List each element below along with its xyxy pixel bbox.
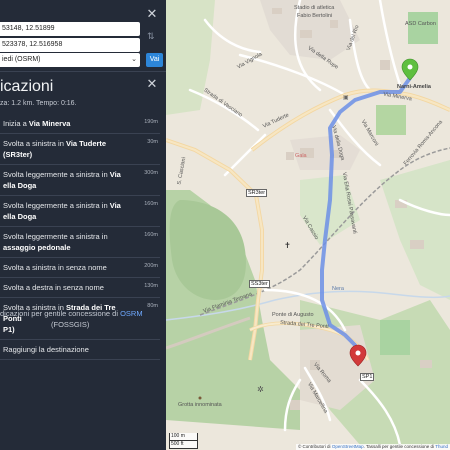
step-distance: 160m: [144, 201, 158, 207]
step-text: Svolta leggermente a sinistra in: [3, 170, 110, 179]
church-icon: ✝: [284, 241, 291, 250]
step-text: Svolta leggermente a sinistra in: [3, 232, 108, 241]
poi-icon: ▣: [343, 94, 349, 101]
direction-step[interactable]: Svolta leggermente a sinistra in Via ella…: [0, 196, 160, 227]
map-label-grotta: Grotta innominata: [178, 402, 222, 408]
step-street-cont: ella Doga: [3, 181, 37, 190]
step-street-cont: ella Doga: [3, 212, 37, 221]
route-to-input[interactable]: 523378, 12.516958: [0, 38, 140, 52]
map-label-asd: ASD Carbon: [405, 21, 436, 27]
green-plot: [376, 105, 406, 135]
direction-step[interactable]: Svolta leggermente a sinistra in assaggio…: [0, 227, 160, 258]
step-text: Svolta leggermente a sinistra in: [3, 201, 110, 210]
map-label-stadio-2: Fabio Bertolini: [297, 13, 333, 19]
step-text: Raggiungi la destinazione: [3, 345, 89, 354]
map-label-nera: Nera: [332, 286, 344, 292]
road-shield-sp1: SP1: [360, 373, 375, 381]
step-text: Inizia a: [3, 119, 29, 128]
step-text: Svolta a destra in senza nome: [3, 283, 104, 292]
direction-step[interactable]: Svolta a sinistra in Via Tuderte (SR3ter…: [0, 134, 160, 165]
close-directions-icon[interactable]: ✕: [146, 77, 158, 90]
map-label-stadio: Stadio di atletica: [294, 5, 335, 11]
routing-profile-value: iedi (OSRM): [2, 56, 41, 63]
divider: [0, 71, 166, 72]
step-distance: 130m: [144, 283, 158, 289]
directions-credit: dicazioni per gentile concessione di OSR…: [0, 309, 143, 329]
step-text: Svolta a sinistra in: [3, 139, 66, 148]
road-shield-ss3ter: SS3ter: [249, 280, 270, 288]
osrm-link[interactable]: OSRM: [120, 309, 143, 318]
direction-step[interactable]: Svolta a destra in senza nome 130m: [0, 278, 160, 298]
step-distance: 30m: [147, 139, 158, 145]
chevron-down-icon: ⌄: [131, 56, 137, 63]
step-street: Via Minerva: [28, 119, 71, 128]
routing-profile-select[interactable]: iedi (OSRM) ⌄: [0, 53, 140, 67]
step-text: Svolta a sinistra in senza nome: [3, 263, 107, 272]
step-distance: 160m: [144, 232, 158, 238]
step-street: Via: [109, 201, 121, 210]
stadium-field: [408, 12, 438, 44]
scale-bar-metric: 100 m: [169, 433, 198, 441]
step-street: Via: [109, 170, 121, 179]
routing-panel: 53148, 12.51899 ✕ 523378, 12.516958 ⇅ ie…: [0, 0, 166, 450]
direction-step[interactable]: Raggiungi la destinazione: [0, 340, 160, 360]
close-panel-icon[interactable]: ✕: [146, 7, 158, 20]
step-distance: 300m: [144, 170, 158, 176]
swap-directions-icon[interactable]: ⇅: [147, 31, 155, 42]
sports-field: [380, 320, 410, 355]
viewpoint-icon: ✲: [257, 385, 264, 394]
directions-summary: za: 1.2 km. Tempo: 0:16.: [0, 100, 77, 107]
direction-step[interactable]: Inizia a Via Minerva 190m: [0, 114, 160, 134]
step-distance: 190m: [144, 119, 158, 125]
route-from-input[interactable]: 53148, 12.51899: [0, 22, 140, 36]
osm-link[interactable]: OpenStreetMap: [332, 444, 364, 449]
go-button[interactable]: Vai: [146, 53, 163, 67]
map-attribution: © Contributori di OpenStreetMap. Tassall…: [295, 444, 450, 450]
direction-step[interactable]: Svolta a sinistra in senza nome 200m: [0, 258, 160, 278]
direction-step[interactable]: Svolta leggermente a sinistra in Via ella…: [0, 165, 160, 196]
map-label-gala: Gala: [295, 153, 307, 159]
thunderforest-link[interactable]: Thund: [435, 444, 448, 449]
scale-bar-imperial: 500 ft: [169, 441, 198, 449]
map-label-ponte-augusto: Ponte di Augusto: [272, 312, 314, 318]
road-shield-sr3ter: SR3ter: [246, 189, 268, 197]
step-distance: 200m: [144, 263, 158, 269]
cave-icon: [198, 396, 202, 400]
step-street-cont: assaggio pedonale: [3, 243, 71, 252]
directions-title: icazioni: [0, 78, 54, 95]
map-label-narni-amelia: Narni-Amelia: [397, 84, 431, 90]
